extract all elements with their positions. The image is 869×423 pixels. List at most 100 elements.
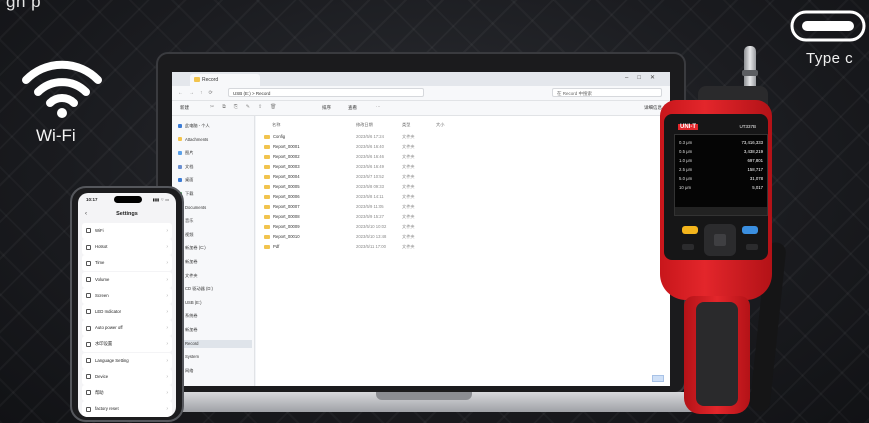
folder-icon <box>264 214 270 219</box>
file-row[interactable]: Config 2023/5/6 17:24 文件夹 <box>264 132 564 141</box>
settings-row[interactable]: LED Indicator › <box>82 304 172 320</box>
file-date: 2023/5/6 16:40 <box>356 144 384 149</box>
dynamic-island <box>114 196 142 203</box>
file-name: Pdf <box>273 244 280 249</box>
right-key[interactable] <box>746 244 758 250</box>
settings-row[interactable]: 帮助 › <box>82 385 172 401</box>
sidebar-item[interactable]: 图片 <box>178 149 193 157</box>
settings-row-icon <box>86 325 91 331</box>
sidebar-item-label: 音乐 <box>185 218 194 224</box>
settings-row-label: factory reset <box>95 406 119 412</box>
file-row[interactable]: Report_00007 2023/5/9 11:05 文件夹 <box>264 202 564 211</box>
file-row[interactable]: Pdf 2023/5/11 17:00 文件夹 <box>264 242 564 251</box>
file-row[interactable]: Report_00004 2023/5/7 10:52 文件夹 <box>264 172 564 181</box>
yellow-function-key[interactable] <box>682 226 698 234</box>
sidebar-item[interactable]: 此电脑 - 个人 <box>178 122 210 130</box>
settings-row[interactable]: Auto power off › <box>82 320 172 337</box>
file-name: Report_00005 <box>273 184 300 189</box>
blue-function-key[interactable] <box>742 226 758 234</box>
left-key[interactable] <box>682 244 694 250</box>
file-date: 2023/5/11 17:00 <box>356 244 386 249</box>
sidebar-item-label: Attachments <box>185 136 209 142</box>
laptop-lid: Record –□✕ ←→↑⟳ USB (E:) > Record 在 Reco… <box>156 52 686 394</box>
settings-row[interactable]: Hotsot › <box>82 239 172 256</box>
file-name: Report_00009 <box>273 224 300 229</box>
sidebar-item-icon <box>178 123 182 128</box>
device-keypad <box>676 222 764 268</box>
file-type: 文件夹 <box>402 244 415 249</box>
folder-icon <box>264 174 270 179</box>
file-row[interactable]: Report_00001 2023/5/6 16:40 文件夹 <box>264 142 564 151</box>
settings-row[interactable]: 水印设置 › <box>82 336 172 353</box>
device-display: 0.3 μm 73,416,333 0.5 μm 3,438,219 1.0 μm 697… <box>674 134 768 216</box>
folder-icon <box>264 194 270 199</box>
sidebar-item-label: 网络 <box>185 367 194 373</box>
file-row[interactable]: Report_00006 2023/5/8 14:11 文件夹 <box>264 192 564 201</box>
search-input[interactable]: 在 Record 中搜索 <box>552 88 662 97</box>
settings-row-icon <box>86 357 91 363</box>
navigation-dpad[interactable] <box>704 224 736 256</box>
settings-row[interactable]: Time › <box>82 255 172 272</box>
ok-key[interactable] <box>714 234 726 246</box>
sort-button[interactable]: 排序 <box>322 105 331 111</box>
settings-row[interactable]: Screen › <box>82 287 172 304</box>
view-button[interactable]: 查看 <box>348 105 357 111</box>
address-field[interactable]: USB (E:) > Record <box>228 88 424 97</box>
particle-count: 697,801 <box>747 158 763 163</box>
sidebar-item-label: CD 驱动器 (D:) <box>185 286 213 292</box>
file-name: Report_00002 <box>273 154 300 159</box>
particle-count: 3,438,219 <box>743 149 763 154</box>
settings-row[interactable]: WiFi › <box>82 223 172 239</box>
file-name: Report_00003 <box>273 164 300 169</box>
phone-status-icons: ▮▮▮ ⌔ ▭ <box>152 197 169 202</box>
more-button[interactable]: ··· <box>376 104 381 109</box>
column-header-type[interactable]: 类型 <box>402 122 410 128</box>
file-row[interactable]: Report_00010 2023/5/10 13:48 文件夹 <box>264 232 564 241</box>
settings-row[interactable]: factory reset › <box>82 401 172 417</box>
file-row[interactable]: Report_00003 2023/5/6 16:49 文件夹 <box>264 162 564 171</box>
settings-row-icon <box>86 293 91 299</box>
sidebar-item-label: 文件夹 <box>185 272 198 278</box>
sidebar-item[interactable]: Attachments <box>178 136 208 144</box>
file-date: 2023/5/9 11:05 <box>356 204 384 209</box>
file-row[interactable]: Report_00005 2023/5/8 09:33 文件夹 <box>264 182 564 191</box>
file-type: 文件夹 <box>402 184 415 189</box>
cut-copy-paste-icons[interactable]: ✂⧉⎘✎⇪🗑 <box>210 104 285 110</box>
settings-row[interactable]: Device › <box>82 368 172 385</box>
sidebar-item-label: Documents <box>185 204 207 210</box>
sidebar-item-label: 新加卷 <box>185 259 198 264</box>
settings-row-icon <box>86 260 91 266</box>
particle-reading-row: 5.0 μm 31,078 <box>679 175 763 183</box>
file-name: Report_00004 <box>273 174 300 179</box>
particle-reading-row: 0.5 μm 3,438,219 <box>679 148 763 156</box>
sidebar-item[interactable]: 文档 <box>178 163 193 171</box>
wifi-label: Wi-Fi <box>36 126 76 145</box>
file-row[interactable]: Report_00009 2023/5/10 10:02 文件夹 <box>264 222 564 231</box>
particle-reading-row: 1.0 μm 697,801 <box>679 157 763 165</box>
sidebar-item[interactable]: Record <box>174 339 252 348</box>
explorer-tab[interactable]: Record <box>190 74 260 86</box>
settings-row-label: Auto power off <box>95 325 123 331</box>
folder-icon <box>264 244 270 249</box>
file-name: Report_00006 <box>273 194 300 199</box>
chevron-right-icon: › <box>166 292 168 299</box>
file-row[interactable]: Report_00008 2023/5/9 15:27 文件夹 <box>264 212 564 221</box>
column-header-date[interactable]: 修改日期 <box>356 122 373 128</box>
file-date: 2023/5/10 10:02 <box>356 224 387 229</box>
sidebar-item[interactable]: 桌面 <box>178 176 193 184</box>
settings-row-icon <box>86 228 91 234</box>
sidebar-item-label: 此电脑 - 个人 <box>185 123 210 128</box>
nav-arrows-icon[interactable]: ←→↑⟳ <box>178 90 219 96</box>
new-button[interactable]: 新建 <box>180 105 189 111</box>
settings-row[interactable]: Volume › <box>82 271 172 288</box>
particle-size: 0.3 μm <box>679 140 693 145</box>
chevron-right-icon: › <box>166 341 168 348</box>
settings-row-label: 帮助 <box>95 390 104 395</box>
column-header-name[interactable]: 名称 <box>272 122 280 128</box>
column-header-size[interactable]: 大小 <box>436 122 444 128</box>
settings-row[interactable]: Language Setting › <box>82 352 172 369</box>
sidebar-item-label: USB (E:) <box>185 299 202 305</box>
handle-grip <box>696 302 738 406</box>
file-row[interactable]: Report_00002 2023/5/6 16:46 文件夹 <box>264 152 564 161</box>
sidebar-item-label: System <box>185 354 199 360</box>
